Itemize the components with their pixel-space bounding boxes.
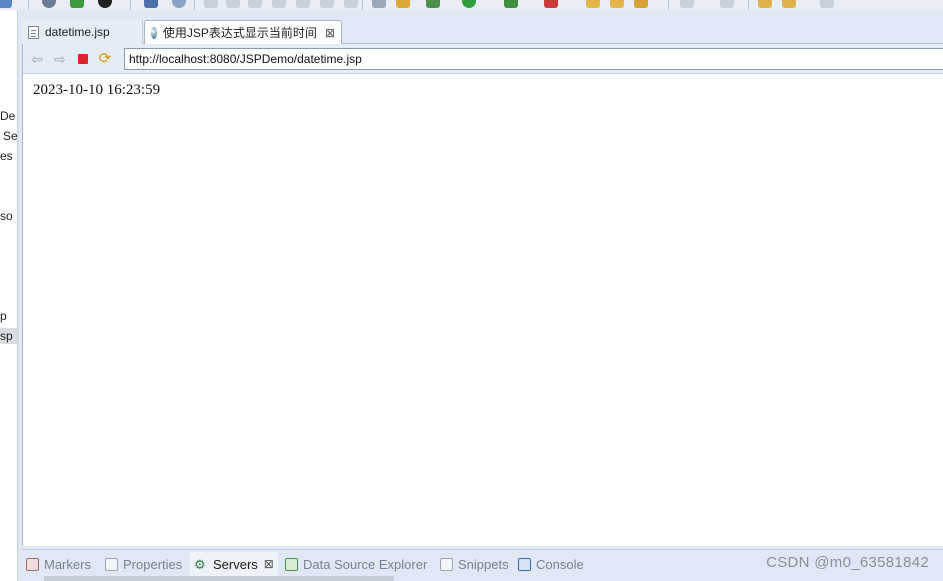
tab-snippets[interactable]: Snippets [440, 552, 509, 576]
toolbar-icon[interactable] [272, 0, 286, 8]
toolbar-icon[interactable] [144, 0, 158, 8]
tab-data-source-explorer[interactable]: Data Source Explorer [285, 552, 427, 576]
arrow-right-icon: ⇨ [54, 51, 66, 67]
forward-button[interactable]: ⇨ [52, 51, 68, 67]
tab-browser-page[interactable]: 使用JSP表达式显示当前时间 ⊠ [144, 20, 342, 44]
toolbar-icon[interactable] [720, 0, 734, 8]
toolbar-icon[interactable] [248, 0, 262, 8]
snippets-icon [440, 557, 453, 571]
toolbar-icon[interactable] [634, 0, 648, 8]
toolbar-icon[interactable] [320, 0, 334, 8]
console-icon [518, 557, 531, 571]
toolbar-icon[interactable] [680, 0, 694, 8]
tab-label: Data Source Explorer [303, 556, 428, 572]
tab-label: Snippets [458, 556, 509, 572]
toolbar-icon[interactable] [462, 0, 476, 8]
toolbar-icon[interactable] [226, 0, 240, 8]
back-icon[interactable] [758, 0, 772, 8]
editor-tabbar: datetime.jsp 使用JSP表达式显示当前时间 ⊠ [22, 20, 943, 44]
internal-browser: ⇦ ⇨ ⟳ 2023-10-10 16:23:59 [22, 44, 943, 546]
tab-properties[interactable]: Properties [105, 552, 182, 576]
explorer-row[interactable]: De [0, 108, 15, 124]
toolbar-separator [748, 0, 749, 10]
view-content-strip [44, 576, 394, 581]
debug-icon[interactable] [98, 0, 112, 8]
back-button[interactable]: ⇦ [29, 51, 45, 67]
page-content-text: 2023-10-10 16:23:59 [33, 82, 161, 98]
toolbar-icon[interactable] [204, 0, 218, 8]
tab-label: Servers [213, 556, 258, 572]
tab-servers[interactable]: ⚙ Servers ⊠ [190, 552, 278, 576]
toolbar-separator [362, 0, 363, 10]
tab-label: Console [536, 556, 584, 572]
explorer-row[interactable]: so [0, 208, 13, 224]
toolbar-separator [194, 0, 195, 10]
tab-markers[interactable]: Markers [26, 552, 91, 576]
data-source-icon [285, 557, 298, 571]
close-icon[interactable]: ⊠ [325, 27, 335, 39]
toolbar-icon[interactable] [426, 0, 440, 8]
folder-icon[interactable] [586, 0, 600, 8]
browser-nav-bar: ⇦ ⇨ ⟳ [23, 44, 943, 74]
refresh-button[interactable]: ⟳ [97, 51, 113, 67]
explorer-row[interactable]: p [0, 308, 7, 324]
tab-label: 使用JSP表达式显示当前时间 [162, 26, 317, 40]
toolbar-icon[interactable] [396, 0, 410, 8]
url-input[interactable] [124, 48, 943, 70]
tab-label: Markers [44, 556, 91, 572]
watermark: CSDN @m0_63581842 [766, 554, 929, 571]
toolbar-separator [28, 0, 29, 10]
tab-console[interactable]: Console [518, 552, 584, 576]
folder-icon[interactable] [610, 0, 624, 8]
search-icon[interactable] [172, 0, 186, 8]
explorer-row-selected[interactable]: sp [0, 328, 17, 344]
run-icon[interactable] [70, 0, 84, 8]
forward-icon[interactable] [820, 0, 834, 8]
markers-icon [26, 557, 39, 571]
toolbar-separator [668, 0, 669, 10]
toolbar-icon[interactable] [372, 0, 386, 8]
toolbar-icon[interactable] [0, 0, 12, 8]
toolbar-icon[interactable] [42, 0, 56, 8]
tab-label: Properties [123, 556, 183, 572]
tab-datetime-jsp[interactable]: datetime.jsp [22, 20, 143, 44]
package-explorer: De Se es so p sp [0, 10, 18, 581]
explorer-row[interactable]: es [0, 148, 13, 164]
jsp-file-icon [28, 25, 39, 39]
tab-label: datetime.jsp [45, 25, 110, 39]
toolbar-icon[interactable] [296, 0, 310, 8]
stop-button[interactable] [75, 51, 91, 67]
toolbar-icon[interactable] [544, 0, 558, 8]
toolbar-icon[interactable] [344, 0, 358, 8]
toolbar-icon[interactable] [504, 0, 518, 8]
servers-icon: ⚙ [194, 556, 206, 572]
refresh-icon: ⟳ [98, 50, 112, 67]
back-icon[interactable] [782, 0, 796, 8]
globe-icon [151, 26, 157, 39]
arrow-left-icon: ⇦ [31, 51, 43, 67]
explorer-row[interactable]: Se [3, 128, 17, 144]
stop-icon [78, 54, 88, 64]
close-icon[interactable]: ⊠ [264, 557, 274, 571]
properties-icon [105, 557, 118, 571]
toolbar-separator [130, 0, 131, 10]
main-toolbar [0, 0, 943, 10]
